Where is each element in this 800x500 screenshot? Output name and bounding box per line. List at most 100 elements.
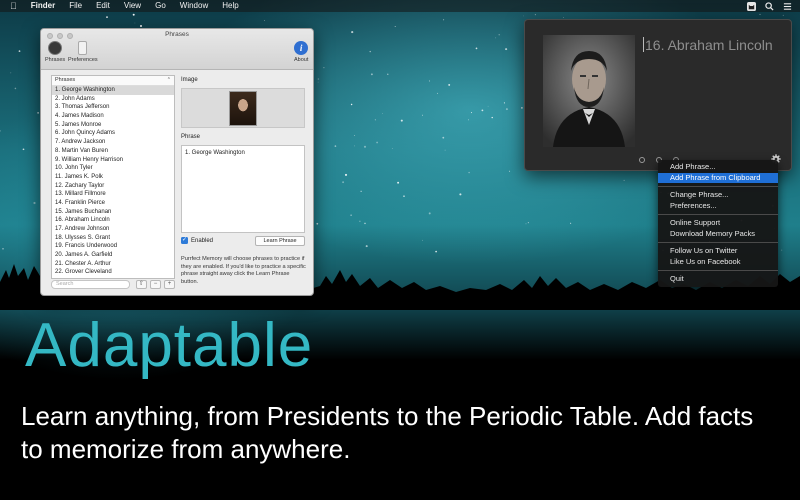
phrase-list-item[interactable]: 21. Chester A. Arthur (52, 260, 174, 269)
enabled-row: ✓ Enabled (181, 237, 213, 244)
phrase-text-area[interactable]: 1. George Washington (181, 145, 305, 233)
memory-cat-icon[interactable] (747, 1, 756, 11)
star (391, 148, 393, 149)
star (351, 31, 354, 34)
star (376, 141, 378, 144)
star (370, 73, 373, 76)
star (422, 114, 423, 116)
phrase-list-item[interactable]: 11. James K. Polk (52, 173, 174, 182)
flashcard-caption[interactable]: 16. Abraham Lincoln (643, 35, 783, 55)
star (527, 222, 529, 224)
list-icon[interactable] (783, 2, 792, 11)
menu-go[interactable]: Go (155, 0, 166, 12)
toolbar-preferences-button[interactable]: Preferences (68, 41, 98, 63)
menu-file[interactable]: File (69, 0, 82, 12)
menu-item-quit[interactable]: Quit (658, 274, 778, 285)
menu-edit[interactable]: Edit (96, 0, 110, 12)
menu-item-preferences[interactable]: Preferences... (658, 201, 778, 212)
star (139, 24, 143, 28)
menu-bar:  Finder File Edit View Go Window Help (0, 0, 800, 12)
star (468, 119, 469, 121)
star (359, 220, 361, 222)
image-well[interactable] (181, 88, 305, 128)
lincoln-portrait (543, 35, 635, 147)
menu-help[interactable]: Help (222, 0, 238, 12)
star (470, 112, 473, 114)
menu-item-add-phrase[interactable]: Add Phrase... (658, 162, 778, 173)
star (459, 193, 462, 196)
phrase-list-item[interactable]: 5. James Monroe (52, 121, 174, 130)
phrase-list-item[interactable]: 13. Millard Fillmore (52, 190, 174, 199)
phrase-list-item[interactable]: 2. John Adams (52, 95, 174, 104)
star (354, 145, 355, 147)
phrase-list-item[interactable]: 10. John Tyler (52, 164, 174, 173)
phrase-list-item[interactable]: 4. James Madison (52, 112, 174, 121)
phrase-label: Phrase (181, 134, 201, 140)
star (523, 15, 524, 17)
menu-item-change-phrase[interactable]: Change Phrase... (658, 190, 778, 201)
phrase-list-header[interactable]: Phrases ⌃ (52, 76, 174, 86)
phrase-list-item[interactable]: 7. Andrew Jackson (52, 138, 174, 147)
star (437, 92, 439, 94)
menu-item-download-memory-packs[interactable]: Download Memory Packs (658, 229, 778, 240)
phrase-list-item[interactable]: 3. Thomas Jefferson (52, 103, 174, 112)
toolbar-phrases-label: Phrases (45, 57, 66, 63)
menu-item-follow-twitter[interactable]: Follow Us on Twitter (658, 246, 778, 257)
star (106, 16, 108, 18)
image-label: Image (181, 77, 198, 83)
star (344, 173, 348, 176)
star (350, 214, 352, 216)
phrase-list-item[interactable]: 14. Franklin Pierce (52, 199, 174, 208)
phrase-list-item[interactable]: 17. Andrew Johnson (52, 225, 174, 234)
window-titlebar: Phrases Phrases Preferences i About (41, 29, 313, 70)
share-button[interactable]: ⇧ (136, 280, 147, 289)
phrase-list-item[interactable]: 19. Francis Underwood (52, 242, 174, 251)
star (448, 83, 451, 86)
star (503, 102, 505, 104)
menu-app-name[interactable]: Finder (31, 0, 55, 12)
toolbar-about-button[interactable]: i About (294, 41, 308, 63)
menu-window[interactable]: Window (180, 0, 208, 12)
menu-item-like-facebook[interactable]: Like Us on Facebook (658, 257, 778, 268)
star (394, 25, 396, 28)
enabled-checkbox[interactable]: ✓ (181, 237, 188, 244)
phrase-list-item[interactable]: 9. William Henry Harrison (52, 156, 174, 165)
learn-phrase-button[interactable]: Learn Phrase (255, 236, 305, 246)
star (491, 116, 493, 119)
star (400, 119, 403, 122)
apple-icon[interactable]:  (10, 0, 17, 12)
phrase-list-item[interactable]: 16. Abraham Lincoln (52, 216, 174, 225)
phrase-list-item[interactable]: 6. John Quincy Adams (52, 129, 174, 138)
star (563, 17, 564, 18)
add-phrase-button[interactable]: + (164, 280, 175, 289)
star (444, 149, 446, 151)
page-dot-1[interactable] (639, 157, 645, 163)
menu-view[interactable]: View (124, 0, 141, 12)
settings-dropdown-menu: Add Phrase... Add Phrase from Clipboard … (658, 160, 778, 287)
description-text: Purrfect Memory will choose phrases to p… (181, 256, 306, 285)
star (33, 201, 36, 205)
star (354, 135, 355, 136)
search-icon[interactable] (765, 1, 774, 11)
phrase-list-item[interactable]: 22. Grover Cleveland (52, 268, 174, 277)
star (132, 13, 135, 16)
phrase-list-item[interactable]: 8. Martin Van Buren (52, 147, 174, 156)
phrase-list-item[interactable]: 15. James Buchanan (52, 208, 174, 217)
star (22, 148, 25, 151)
star (382, 113, 383, 114)
star (521, 107, 523, 109)
search-input[interactable]: Search (51, 280, 130, 289)
menu-item-online-support[interactable]: Online Support (658, 218, 778, 229)
star (369, 50, 371, 53)
menu-separator (658, 186, 778, 187)
star (534, 14, 536, 16)
menu-item-add-phrase-from-clipboard[interactable]: Add Phrase from Clipboard (658, 172, 778, 183)
star (443, 19, 445, 21)
phrase-list-item[interactable]: 20. James A. Garfield (52, 251, 174, 260)
phrase-list-item[interactable]: 12. Zachary Taylor (52, 182, 174, 191)
phrase-list-item[interactable]: 18. Ulysses S. Grant (52, 234, 174, 243)
menu-separator (658, 214, 778, 215)
toolbar-phrases-button[interactable]: Phrases (45, 41, 65, 63)
phrase-list-item[interactable]: 1. George Washington (52, 86, 174, 95)
remove-phrase-button[interactable]: − (150, 280, 161, 289)
